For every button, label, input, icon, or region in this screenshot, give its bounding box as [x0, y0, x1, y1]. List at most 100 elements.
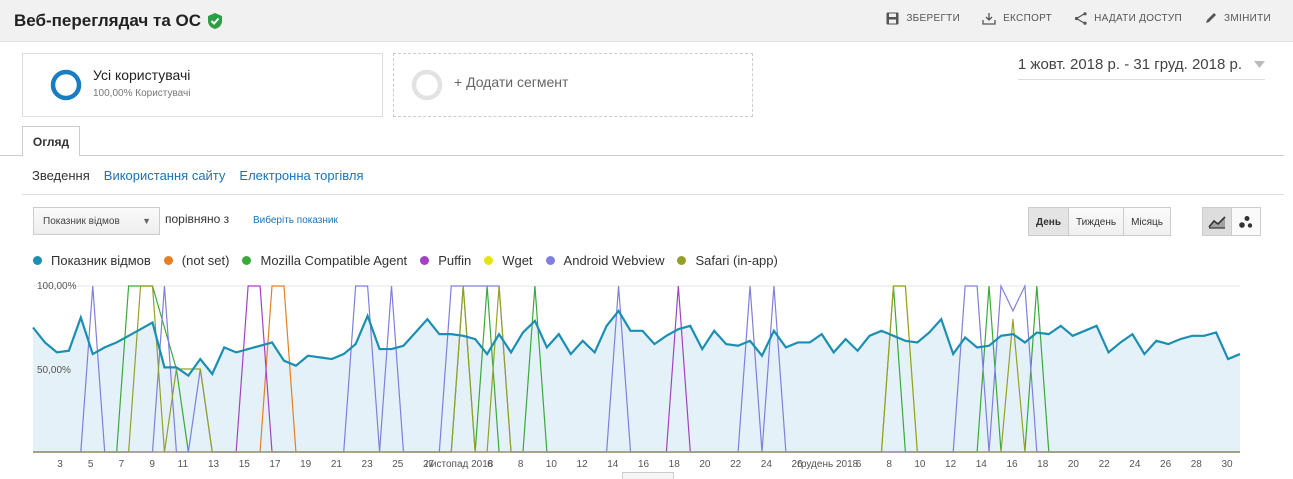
explorer-subnav: Зведення Використання сайту Електронна т… [32, 168, 364, 183]
x-tick-label: 13 [208, 459, 220, 470]
edit-label: ЗМІНИТИ [1224, 13, 1271, 24]
x-tick-label: 11 [178, 459, 189, 470]
segment-subtitle: 100,00% Користувачі [93, 88, 191, 99]
legend-label: Wget [502, 253, 533, 268]
y-tick-label: 100,00% [37, 281, 77, 292]
x-tick-label: 21 [331, 459, 343, 470]
edit-button[interactable]: ЗМІНИТИ [1204, 12, 1271, 25]
date-range-picker[interactable]: 1 жовт. 2018 р. - 31 груд. 2018 р. [1017, 56, 1265, 80]
primary-series-area [33, 310, 1240, 452]
report-header: Веб-переглядач та ОС ЗБЕРЕГТИ ЕКСПОРТ НА… [0, 0, 1293, 42]
x-tick-label: 12 [945, 459, 957, 470]
chevron-down-icon [1254, 61, 1265, 68]
week-button[interactable]: Тиждень [1068, 207, 1125, 236]
granularity-toggle: День Тиждень Місяць [1028, 207, 1171, 236]
compare-label: порівняно з [165, 212, 230, 226]
legend-dot-icon [545, 256, 555, 265]
verified-shield-icon [208, 13, 223, 29]
x-tick-label: 9 [149, 459, 155, 470]
x-tick-label: 20 [699, 459, 711, 470]
metric-dropdown-value: Показник відмов [43, 216, 120, 227]
motion-chart-button[interactable] [1231, 207, 1261, 236]
segment-name: Усі користувачі [93, 67, 191, 83]
legend-item[interactable]: Mozilla Compatible Agent [242, 253, 407, 268]
legend-dot-icon [163, 256, 173, 265]
chart-type-toggle [1202, 207, 1261, 236]
x-tick-label: 24 [761, 459, 773, 470]
line-chart-button[interactable] [1202, 207, 1232, 236]
date-range-text: 1 жовт. 2018 р. - 31 груд. 2018 р. [1017, 56, 1242, 73]
day-button[interactable]: День [1028, 207, 1069, 236]
y-tick-label: 50,00% [37, 365, 71, 376]
select-metric-link[interactable]: Виберіть показник [253, 215, 338, 226]
x-tick-label: 14 [976, 459, 988, 470]
x-tick-label: 7 [119, 459, 125, 470]
chart-resize-handle[interactable] [622, 472, 674, 479]
legend-label: (not set) [181, 253, 230, 268]
tab-overview[interactable]: Огляд [22, 126, 80, 156]
x-tick-label: 22 [730, 459, 742, 470]
x-tick-label: грудень 2018 [797, 459, 858, 470]
legend-label: Показник відмов [51, 253, 151, 268]
pencil-icon [1206, 13, 1217, 23]
month-button[interactable]: Місяць [1123, 207, 1171, 236]
export-button[interactable]: ЕКСПОРТ [982, 12, 1052, 25]
x-tick-label: 15 [239, 459, 251, 470]
legend-dot-icon [484, 256, 494, 265]
x-tick-label: 24 [1129, 459, 1141, 470]
segment-empty-ring-icon [411, 69, 443, 101]
chart-legend: Показник відмов (not set) Mozilla Compatib… [33, 253, 778, 268]
legend-dot-icon [242, 256, 252, 265]
x-tick-label: 16 [1006, 459, 1018, 470]
metric-dropdown[interactable]: Показник відмов ▼ [33, 207, 160, 235]
x-tick-label: 26 [1160, 459, 1172, 470]
legend-label: Safari (in-app) [695, 253, 778, 268]
x-tick-label: 5 [88, 459, 94, 470]
segment-all-users[interactable]: Усі користувачі 100,00% Користувачі [22, 53, 383, 117]
caret-down-icon: ▼ [142, 216, 151, 226]
x-tick-label: 23 [362, 459, 374, 470]
x-tick-label: 17 [269, 459, 281, 470]
x-tick-label: листопад 2018 [425, 459, 494, 470]
line-chart: 100,00%50,00%3 5 7 9 11 13 15 17 19 21 23 25 27листо… [32, 281, 1241, 470]
legend-item[interactable]: Safari (in-app) [677, 253, 778, 268]
x-tick-label: 14 [607, 459, 619, 470]
x-tick-label: 30 [1221, 459, 1233, 470]
legend-dot-icon [33, 256, 42, 265]
save-icon [886, 12, 899, 25]
export-icon [982, 13, 996, 25]
share-button[interactable]: НАДАТИ ДОСТУП [1074, 12, 1182, 25]
x-tick-label: 12 [577, 459, 589, 470]
legend-item[interactable]: (not set) [163, 253, 230, 268]
legend-dot-icon [677, 256, 687, 265]
add-segment-button[interactable]: + Додати сегмент [393, 53, 753, 117]
bubble-chart-icon [1239, 215, 1253, 228]
x-tick-label: 28 [1191, 459, 1203, 470]
legend-item[interactable]: Android Webview [545, 253, 665, 268]
x-tick-label: 10 [914, 459, 926, 470]
share-label: НАДАТИ ДОСТУП [1094, 13, 1183, 24]
divider [22, 194, 1284, 195]
tab-bar-border [0, 155, 1284, 156]
x-tick-label: 25 [392, 459, 404, 470]
legend-dot-icon [420, 256, 430, 265]
subnav-ecommerce[interactable]: Електронна торгівля [239, 168, 363, 183]
x-tick-label: 8 [886, 459, 892, 470]
legend-item[interactable]: Показник відмов [33, 253, 151, 268]
share-icon [1074, 12, 1087, 25]
legend-item[interactable]: Wget [484, 253, 533, 268]
x-tick-label: 6 [856, 459, 862, 470]
legend-label: Puffin [438, 253, 472, 268]
subnav-site-usage[interactable]: Використання сайту [104, 168, 226, 183]
x-tick-label: 3 [57, 459, 63, 470]
subnav-summary[interactable]: Зведення [32, 168, 90, 183]
line-chart-icon [1208, 215, 1226, 229]
legend-item[interactable]: Puffin [420, 253, 471, 268]
x-tick-label: 8 [518, 459, 524, 470]
save-button[interactable]: ЗБЕРЕГТИ [886, 12, 960, 25]
x-tick-label: 6 [487, 459, 493, 470]
save-label: ЗБЕРЕГТИ [906, 13, 961, 24]
legend-label: Android Webview [563, 253, 665, 268]
x-tick-label: 19 [300, 459, 312, 470]
segment-ring-icon [50, 69, 82, 101]
